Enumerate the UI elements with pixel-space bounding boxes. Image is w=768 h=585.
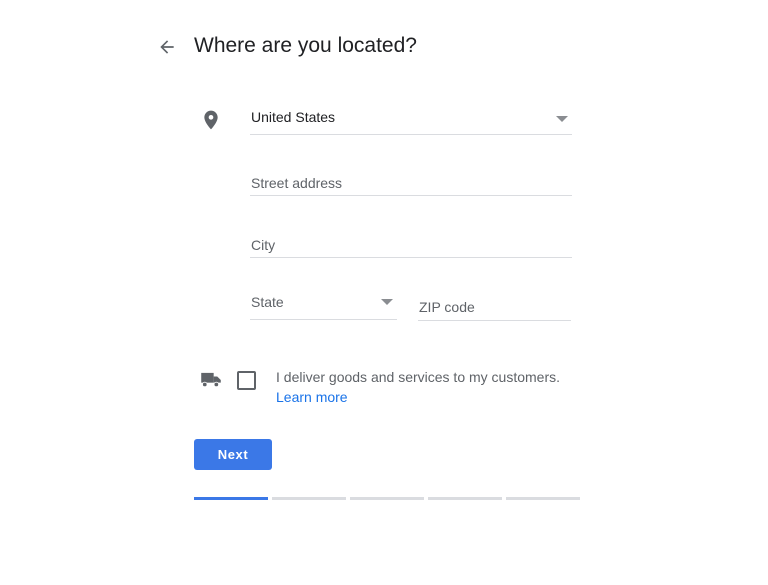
progress-step <box>272 497 346 500</box>
country-value: United States <box>251 109 336 125</box>
country-select[interactable]: United States <box>250 104 572 135</box>
dropdown-caret-icon <box>381 299 393 305</box>
zip-code-placeholder: ZIP code <box>419 299 475 315</box>
back-button[interactable] <box>157 37 177 57</box>
progress-step <box>428 497 502 500</box>
progress-step <box>350 497 424 500</box>
zip-code-input[interactable]: ZIP code <box>418 294 571 321</box>
street-address-placeholder: Street address <box>251 175 343 191</box>
learn-more-link[interactable]: Learn more <box>276 389 348 405</box>
deliver-checkbox[interactable] <box>237 371 256 390</box>
arrow-left-icon <box>160 40 174 54</box>
city-input[interactable]: City <box>250 232 572 258</box>
progress-bar <box>194 497 580 500</box>
next-button[interactable]: Next <box>194 439 272 470</box>
truck-icon <box>200 372 222 388</box>
progress-step <box>194 497 268 500</box>
page-title: Where are you located? <box>194 34 417 57</box>
map-pin-icon <box>203 110 219 130</box>
deliver-label: I deliver goods and services to my custo… <box>276 369 561 385</box>
state-select[interactable]: State <box>250 290 397 320</box>
street-address-input[interactable]: Street address <box>250 170 572 196</box>
progress-step <box>506 497 580 500</box>
dropdown-caret-icon <box>556 116 568 122</box>
state-placeholder: State <box>251 294 284 310</box>
city-placeholder: City <box>251 237 276 253</box>
